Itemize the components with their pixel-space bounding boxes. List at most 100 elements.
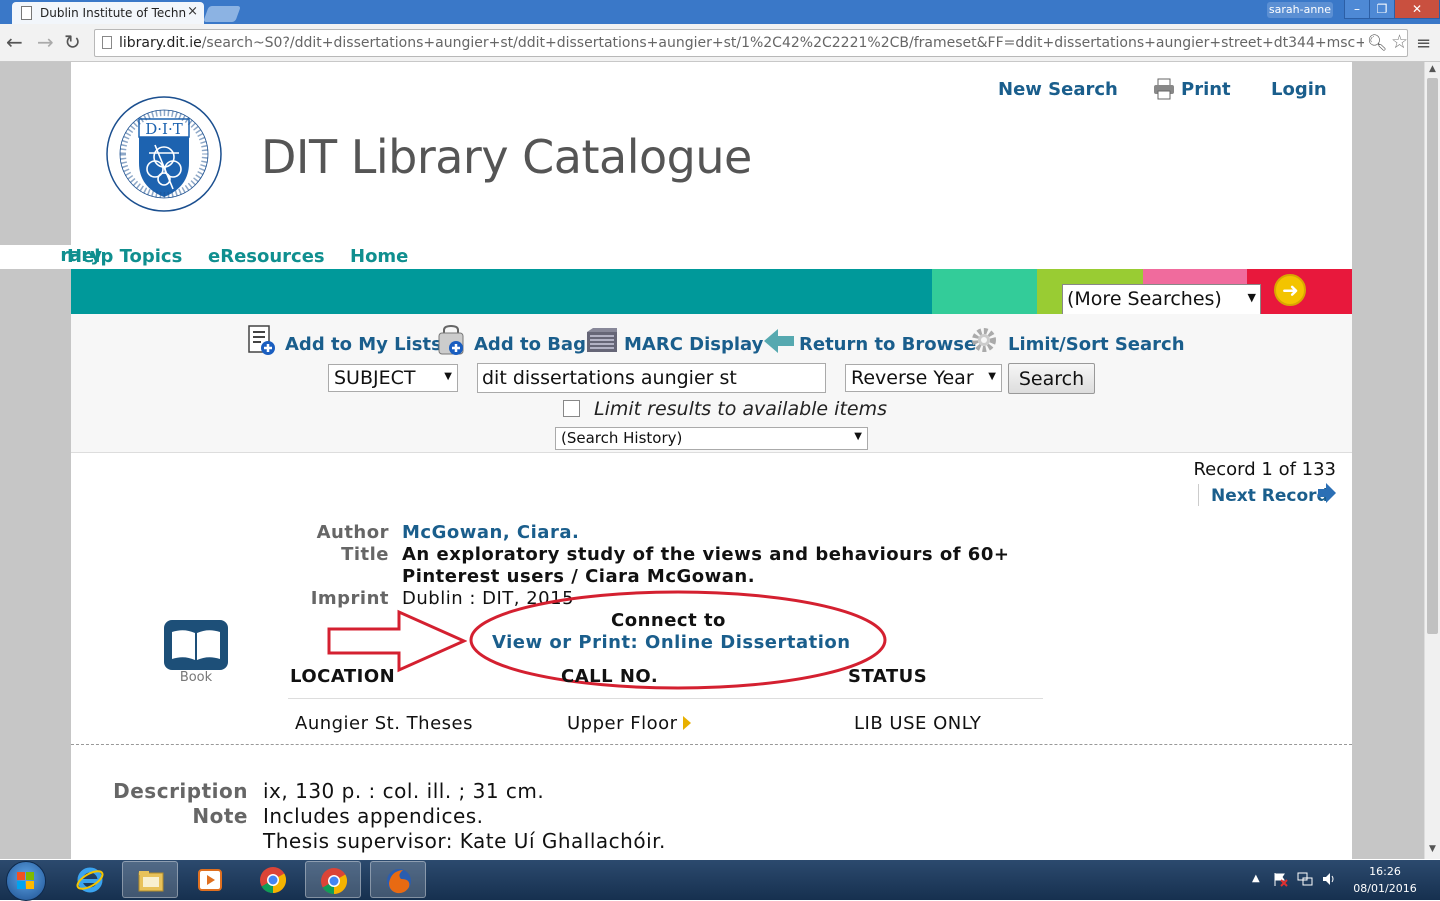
next-arrow-icon[interactable] xyxy=(1318,482,1336,504)
color-bar: (More Searches) ▼ xyxy=(71,269,1352,315)
nav-item-eresources[interactable]: eResources xyxy=(208,246,325,267)
clock-time[interactable]: 16:26 xyxy=(1360,865,1410,878)
taskbar-firefox[interactable] xyxy=(370,861,426,898)
svg-text:D·I·T: D·I·T xyxy=(145,120,183,138)
description-label: Description xyxy=(113,779,248,803)
scroll-thumb[interactable] xyxy=(1427,78,1438,634)
dropdown-arrow-icon: ▼ xyxy=(988,371,996,382)
new-tab-button[interactable] xyxy=(203,6,241,22)
sort-select[interactable]: Reverse Year ▼ xyxy=(845,364,1002,392)
site-title: DIT Library Catalogue xyxy=(261,130,752,184)
chrome-icon xyxy=(321,868,348,895)
title-value: An exploratory study of the views and be… xyxy=(402,544,1010,565)
divider xyxy=(1198,484,1199,506)
limit-sort-search-link[interactable]: Limit/Sort Search xyxy=(1008,334,1185,355)
search-panel: Add to My Lists Add to Bag MARC Display … xyxy=(71,314,1352,453)
action-center-flag-icon[interactable] xyxy=(1272,871,1288,887)
back-arrow-icon[interactable]: ← xyxy=(6,32,23,52)
dropdown-arrow-icon: ▼ xyxy=(1247,291,1256,304)
clock-date[interactable]: 08/01/2016 xyxy=(1350,882,1420,895)
print-link[interactable]: Print xyxy=(1181,79,1231,100)
dit-logo: D·I·T xyxy=(106,96,222,212)
media-player-icon xyxy=(198,869,222,891)
tray-expand-icon[interactable]: ▲ xyxy=(1252,873,1260,884)
marc-records-icon[interactable] xyxy=(585,324,619,356)
color-band-teal xyxy=(71,269,932,314)
forward-arrow-icon[interactable]: → xyxy=(37,32,54,52)
author-label: Author xyxy=(316,522,389,543)
menu-icon[interactable]: ≡ xyxy=(1416,33,1431,54)
browser-toolbar: ← → ↻ library.dit.ie/search~S0?/ddit+dis… xyxy=(0,24,1440,62)
zoom-icon[interactable]: 🔍︎ xyxy=(1367,33,1387,52)
windows-taskbar: ▲ 16:26 08/01/2016 xyxy=(0,860,1440,901)
page-viewport: D·I·T DIT Library Catalogue New Search P… xyxy=(0,62,1424,859)
return-to-browse-link[interactable]: Return to Browse xyxy=(799,334,976,355)
chrome-icon xyxy=(260,867,287,894)
profile-button[interactable]: sarah-anne xyxy=(1267,2,1333,18)
arrow-right-icon: ➜ xyxy=(1282,278,1299,302)
reload-icon[interactable]: ↻ xyxy=(64,32,81,52)
taskbar-chrome-active[interactable] xyxy=(305,861,361,898)
browser-tab[interactable]: Dublin Institute of Techno × xyxy=(12,2,204,24)
note-label: Note xyxy=(192,804,248,828)
nav-item-help-topics[interactable]: Help Topics xyxy=(67,246,182,267)
color-band-mint xyxy=(932,269,1037,314)
dropdown-arrow-icon: ▼ xyxy=(444,371,452,382)
vertical-scrollbar[interactable]: ▲ ▼ xyxy=(1424,62,1440,859)
gear-icon[interactable] xyxy=(969,324,999,356)
add-to-my-lists-link[interactable]: Add to My Lists xyxy=(285,334,442,355)
new-search-link[interactable]: New Search xyxy=(998,79,1118,100)
more-searches-select[interactable]: (More Searches) ▼ xyxy=(1062,284,1261,315)
return-arrow-icon[interactable] xyxy=(762,324,796,356)
taskbar-file-explorer[interactable] xyxy=(122,861,178,898)
taskbar-internet-explorer[interactable] xyxy=(62,861,118,898)
search-index-select[interactable]: SUBJECT ▼ xyxy=(328,364,458,392)
holding-call-no: Upper Floor xyxy=(567,713,678,734)
record-count: Record 1 of 133 xyxy=(1193,459,1336,480)
url-text[interactable]: library.dit.ie/search~S0?/ddit+dissertat… xyxy=(119,35,1364,51)
volume-icon[interactable] xyxy=(1321,871,1337,887)
windows-logo-icon xyxy=(17,872,34,889)
book-icon xyxy=(164,620,228,670)
limit-available-label: Limit results to available items xyxy=(594,398,887,420)
printer-icon[interactable] xyxy=(1153,78,1175,100)
start-button[interactable] xyxy=(6,861,46,901)
login-link[interactable]: Login xyxy=(1271,79,1327,100)
taskbar-media-player[interactable] xyxy=(182,861,238,898)
scroll-up-icon[interactable]: ▲ xyxy=(1429,64,1436,74)
limit-available-checkbox[interactable] xyxy=(563,400,580,417)
scroll-down-icon[interactable]: ▼ xyxy=(1429,844,1436,854)
internet-explorer-icon xyxy=(76,867,104,893)
minimize-button[interactable]: – xyxy=(1344,0,1370,19)
nav-item-home[interactable]: Home xyxy=(350,246,408,267)
maximize-button[interactable]: ❐ xyxy=(1369,0,1395,19)
list-add-icon[interactable] xyxy=(247,324,277,356)
red-highlight-oval xyxy=(469,590,887,690)
bag-add-icon[interactable] xyxy=(436,324,466,356)
window-close-button[interactable]: ✕ xyxy=(1394,0,1440,19)
add-to-bag-link[interactable]: Add to Bag xyxy=(474,334,586,355)
author-link[interactable]: McGowan, Ciara. xyxy=(402,522,579,543)
search-input[interactable] xyxy=(477,363,826,393)
imprint-label: Imprint xyxy=(310,588,389,609)
network-icon[interactable] xyxy=(1297,871,1313,887)
note-value-supervisor: Thesis supervisor: Kate Uí Ghallachóir. xyxy=(263,829,666,853)
catalogue-page: D·I·T DIT Library Catalogue New Search P… xyxy=(0,62,1352,859)
go-arrow-button[interactable]: ➜ xyxy=(1274,274,1306,306)
search-button[interactable]: Search xyxy=(1008,363,1095,394)
close-icon[interactable]: × xyxy=(187,4,198,19)
star-icon[interactable]: ☆ xyxy=(1391,31,1408,53)
address-bar[interactable]: library.dit.ie/search~S0?/ddit+dissertat… xyxy=(94,29,1408,57)
browser-tab-strip: Dublin Institute of Techno × sarah-anne … xyxy=(0,0,1440,24)
title-label: Title xyxy=(341,544,389,565)
marc-display-link[interactable]: MARC Display xyxy=(624,334,763,355)
dropdown-arrow-icon: ▼ xyxy=(854,431,862,442)
search-history-select[interactable]: (Search History) ▼ xyxy=(555,427,868,450)
triangle-right-icon[interactable] xyxy=(683,716,691,730)
folder-icon xyxy=(138,871,164,892)
firefox-icon xyxy=(387,869,411,894)
tab-title: Dublin Institute of Techno xyxy=(40,6,186,20)
taskbar-chrome[interactable] xyxy=(245,861,301,898)
page-icon xyxy=(21,6,32,20)
next-record-link[interactable]: Next Record xyxy=(1211,486,1329,506)
